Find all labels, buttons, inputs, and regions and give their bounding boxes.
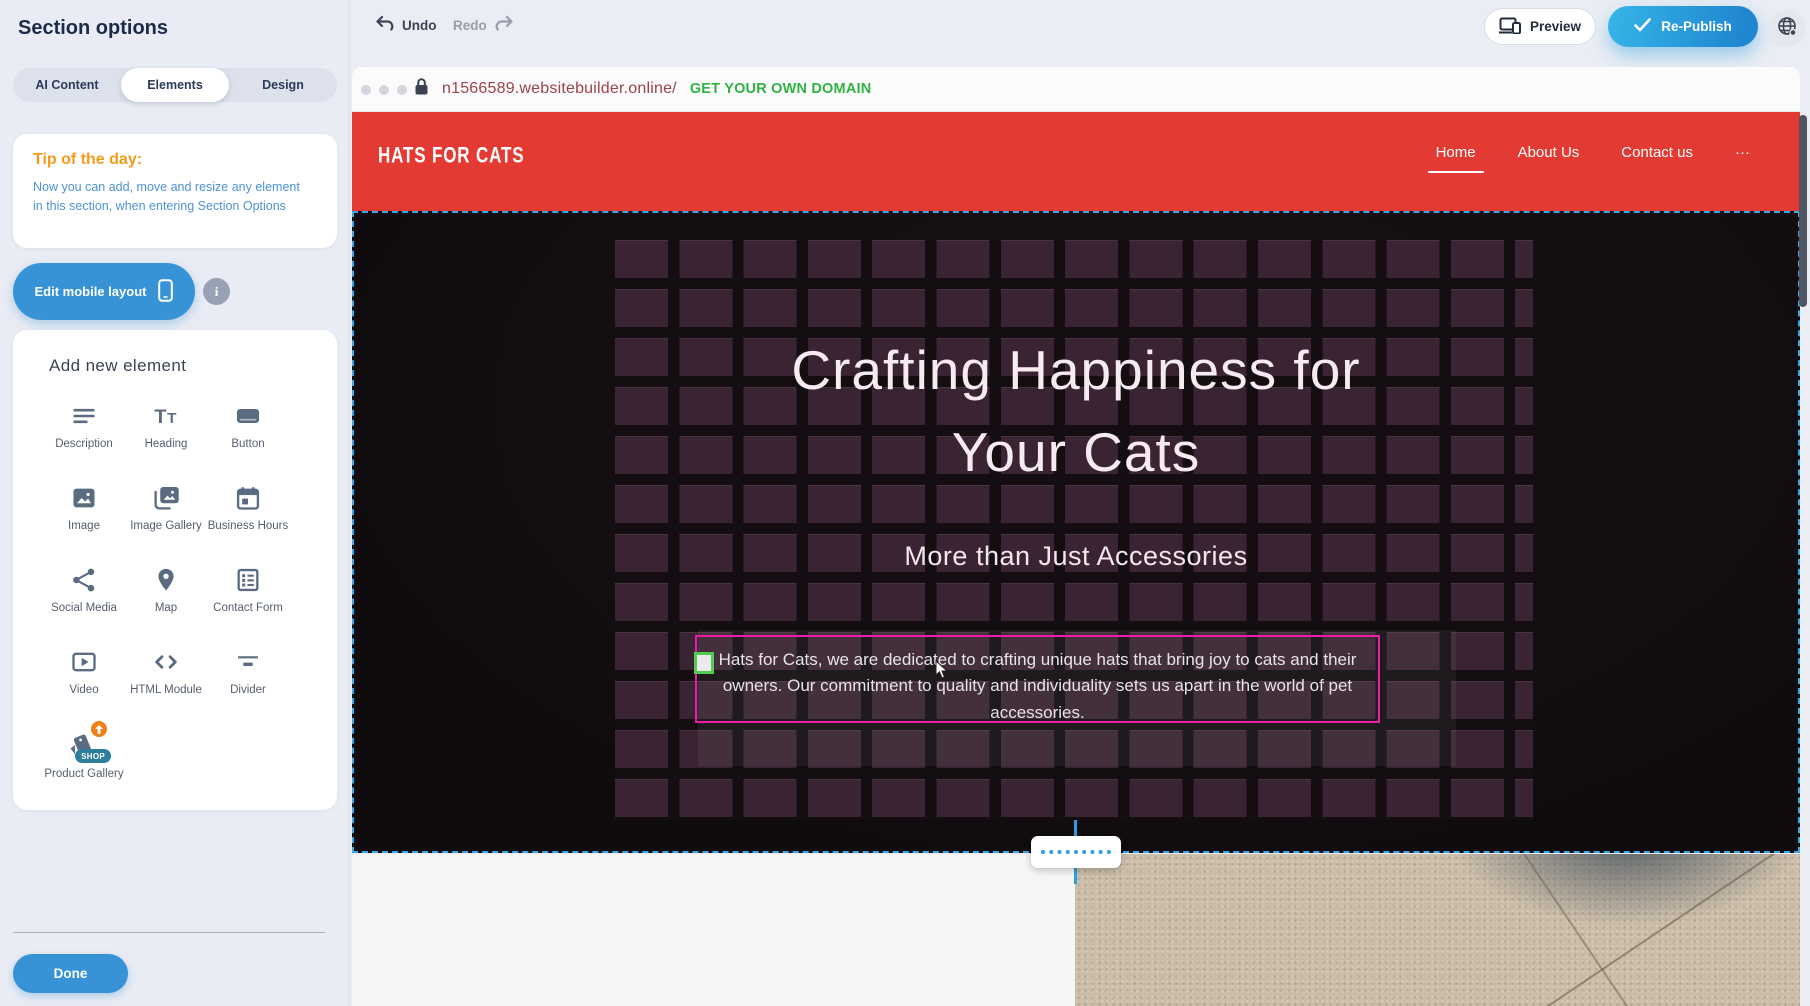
add-element-title: Add new element bbox=[49, 356, 337, 376]
redo-button[interactable]: Redo bbox=[453, 15, 514, 36]
contact-form-icon bbox=[234, 566, 262, 594]
canvas-scrollbar-thumb[interactable] bbox=[1799, 115, 1807, 307]
drag-handle[interactable] bbox=[694, 652, 714, 674]
panel-divider bbox=[13, 932, 325, 933]
globe-icon bbox=[1776, 15, 1798, 42]
tab-elements[interactable]: Elements bbox=[121, 68, 229, 102]
heading-icon: TT bbox=[152, 402, 180, 430]
section-options-panel: Section options AI Content Elements Desi… bbox=[0, 0, 350, 1006]
tip-title: Tip of the day: bbox=[33, 151, 317, 169]
site-nav: Home About Us Contact us ··· bbox=[1436, 144, 1750, 161]
social-media-icon bbox=[70, 566, 98, 594]
upgrade-arrow-badge bbox=[91, 721, 107, 737]
browser-dots bbox=[361, 85, 407, 95]
element-description[interactable]: Description bbox=[43, 402, 125, 484]
browser-chrome: n1566589.websitebuilder.online/ GET YOUR… bbox=[352, 67, 1800, 112]
address-bar: n1566589.websitebuilder.online/ GET YOUR… bbox=[414, 77, 871, 101]
redo-icon bbox=[494, 15, 514, 36]
check-icon bbox=[1634, 18, 1651, 35]
preview-button[interactable]: Preview bbox=[1484, 8, 1596, 45]
shop-badge: SHOP bbox=[75, 749, 111, 763]
site-url: n1566589.websitebuilder.online/ bbox=[442, 80, 677, 98]
hero-paragraph: Hats for Cats, we are dedicated to craft… bbox=[709, 647, 1366, 726]
hero-subheading[interactable]: More than Just Accessories bbox=[352, 541, 1800, 572]
code-icon bbox=[152, 648, 180, 676]
nav-contact-us[interactable]: Contact us bbox=[1621, 144, 1693, 161]
element-map[interactable]: Map bbox=[125, 566, 207, 648]
element-button[interactable]: Button bbox=[207, 402, 289, 484]
add-element-card: Add new element Description TT Heading bbox=[13, 330, 337, 810]
element-divider[interactable]: Divider bbox=[207, 648, 289, 730]
nav-about-us[interactable]: About Us bbox=[1518, 144, 1580, 161]
image-gallery-icon bbox=[151, 484, 181, 512]
element-video[interactable]: Video bbox=[43, 648, 125, 730]
element-image[interactable]: Image bbox=[43, 484, 125, 566]
page-title: Section options bbox=[18, 17, 168, 40]
done-button[interactable]: Done bbox=[13, 954, 128, 993]
svg-text:T: T bbox=[154, 406, 166, 428]
dotted-line bbox=[1041, 850, 1111, 854]
hero-section[interactable]: Crafting Happiness for Your Cats More th… bbox=[352, 211, 1800, 853]
app-root: Section options AI Content Elements Desi… bbox=[0, 0, 1810, 1006]
devices-icon bbox=[1499, 17, 1521, 37]
hero-heading[interactable]: Crafting Happiness for Your Cats bbox=[352, 329, 1800, 493]
element-image-gallery[interactable]: Image Gallery bbox=[125, 484, 207, 566]
next-section-empty[interactable] bbox=[352, 854, 1075, 1006]
element-grid: Description TT Heading Button bbox=[43, 402, 297, 812]
edit-mobile-layout-button[interactable]: Edit mobile layout bbox=[13, 263, 195, 320]
get-domain-link[interactable]: GET YOUR OWN DOMAIN bbox=[690, 81, 872, 97]
tip-of-the-day-card: Tip of the day: Now you can add, move an… bbox=[13, 134, 337, 248]
stone-seam bbox=[1492, 854, 1628, 1006]
business-hours-icon bbox=[234, 484, 262, 512]
map-pin-icon bbox=[152, 566, 180, 594]
info-icon[interactable]: i bbox=[203, 278, 230, 305]
section-resize-handle[interactable] bbox=[1031, 836, 1121, 868]
editor-topbar: Undo Redo Preview Re-Publish bbox=[350, 0, 1810, 56]
tab-ai-content[interactable]: AI Content bbox=[13, 68, 121, 102]
globe-button[interactable] bbox=[1768, 10, 1805, 47]
element-heading[interactable]: TT Heading bbox=[125, 402, 207, 484]
element-social-media[interactable]: Social Media bbox=[43, 566, 125, 648]
product-gallery-icon: SHOP bbox=[67, 730, 101, 760]
site-logo: HATS FOR CATS bbox=[378, 144, 524, 169]
element-html-module[interactable]: HTML Module bbox=[125, 648, 207, 730]
phone-icon bbox=[158, 279, 173, 305]
lock-icon bbox=[414, 77, 429, 101]
image-icon bbox=[70, 484, 98, 512]
republish-button[interactable]: Re-Publish bbox=[1608, 6, 1758, 47]
description-icon bbox=[70, 402, 98, 430]
nav-more-menu[interactable]: ··· bbox=[1735, 144, 1750, 161]
stone-seam bbox=[1384, 854, 1800, 1006]
video-icon bbox=[70, 648, 98, 676]
selected-paragraph-element[interactable]: Hats for Cats, we are dedicated to craft… bbox=[695, 635, 1380, 723]
element-business-hours[interactable]: Business Hours bbox=[207, 484, 289, 566]
button-icon bbox=[234, 402, 262, 430]
next-section-image[interactable] bbox=[1075, 854, 1800, 1006]
divider-icon bbox=[234, 648, 262, 676]
panel-tabbar: AI Content Elements Design bbox=[13, 68, 337, 102]
tip-body: Now you can add, move and resize any ele… bbox=[33, 178, 313, 217]
site-header[interactable]: HATS FOR CATS Home About Us Contact us ·… bbox=[352, 112, 1800, 211]
nav-home[interactable]: Home bbox=[1436, 144, 1476, 161]
undo-button[interactable]: Undo bbox=[375, 15, 437, 36]
element-contact-form[interactable]: Contact Form bbox=[207, 566, 289, 648]
element-product-gallery[interactable]: SHOP Product Gallery bbox=[43, 730, 125, 812]
svg-text:T: T bbox=[167, 410, 177, 427]
tab-design[interactable]: Design bbox=[229, 68, 337, 102]
edit-mobile-layout-label: Edit mobile layout bbox=[35, 284, 147, 299]
undo-icon bbox=[375, 15, 395, 36]
